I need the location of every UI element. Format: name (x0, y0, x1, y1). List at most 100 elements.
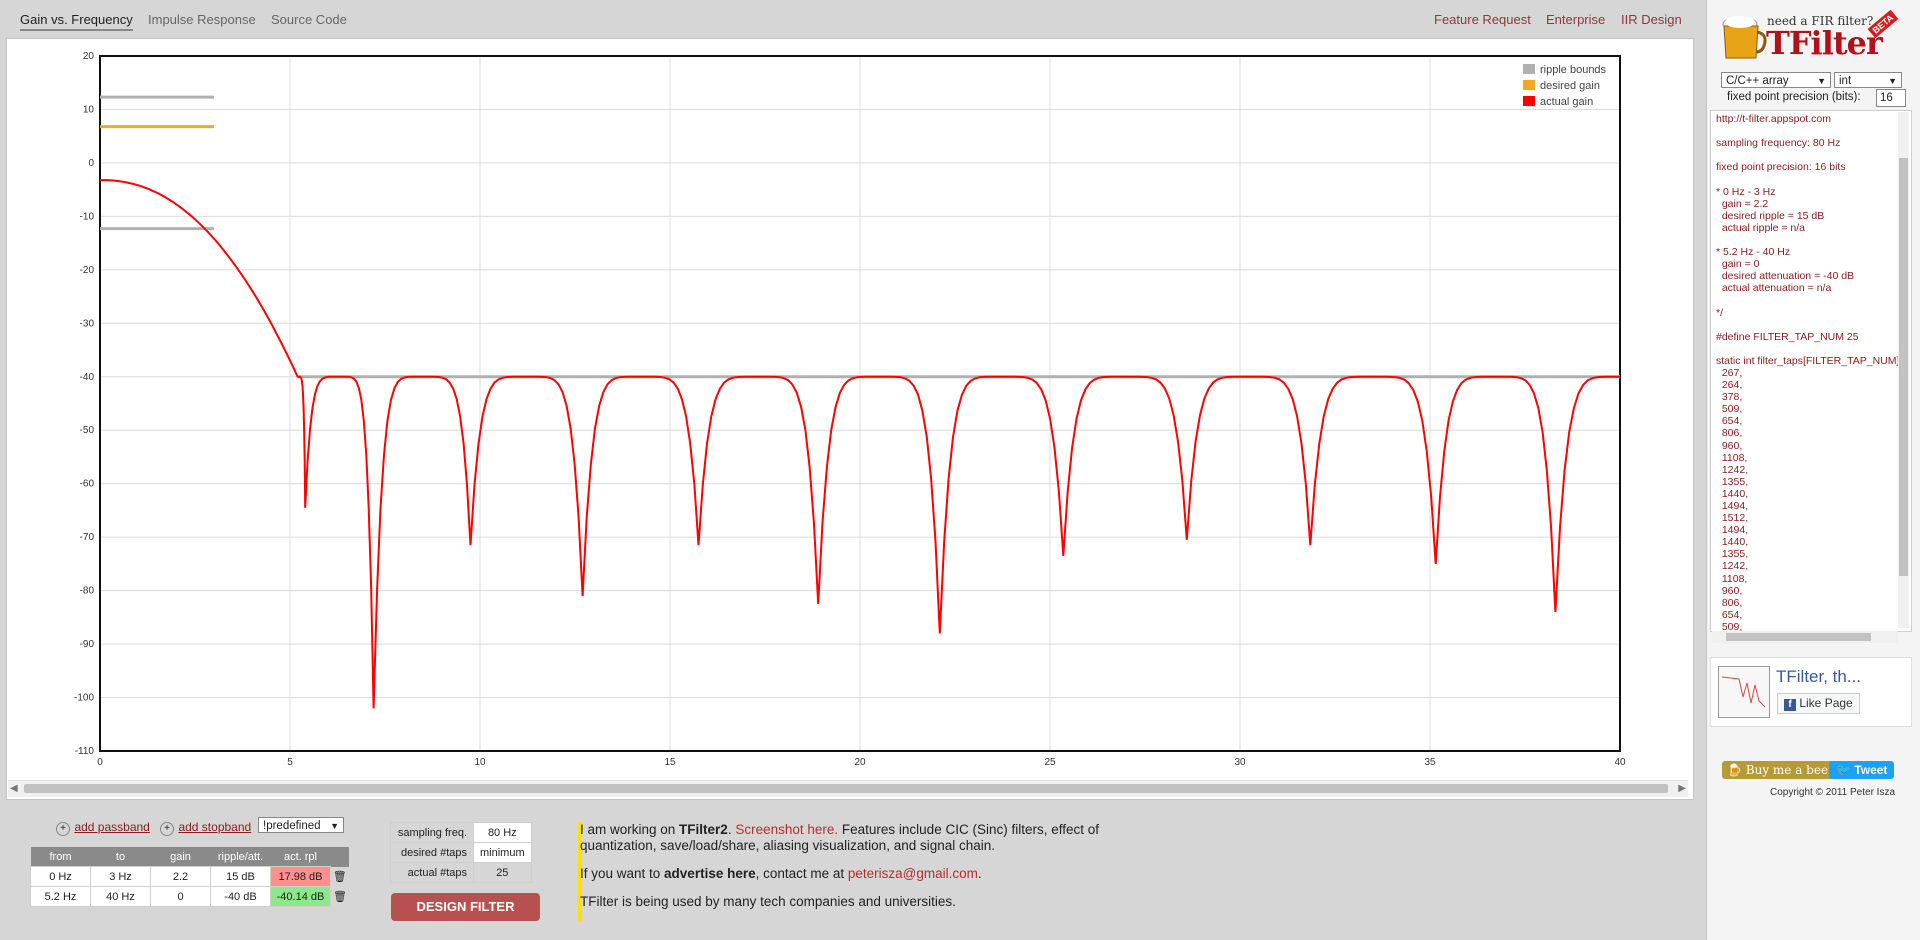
iir-design-link[interactable]: IIR Design (1621, 12, 1682, 27)
trash-icon[interactable]: 🗑 (331, 867, 350, 887)
tweet-button[interactable]: 🐦 Tweet (1829, 761, 1895, 779)
scrollbar-thumb[interactable] (24, 784, 1668, 793)
add-stopband-control[interactable]: + add stopband (160, 818, 251, 836)
y-tick-label: -80 (80, 586, 95, 597)
x-tick-label: 5 (287, 757, 293, 768)
format-select[interactable]: C/C++ array ▼ (1721, 72, 1831, 88)
advertise-here-text: advertise here (664, 866, 756, 881)
code-hscroll-thumb[interactable] (1726, 633, 1871, 641)
x-tick-label: 15 (664, 757, 676, 768)
source-code-box[interactable]: http://t-filter.appspot.com sampling fre… (1710, 110, 1912, 632)
tab-source-code[interactable]: Source Code (271, 12, 347, 27)
band-ripple[interactable]: 15 dB (210, 866, 271, 887)
facebook-page-name[interactable]: TFilter, th... (1776, 667, 1861, 687)
buy-me-a-beer-button[interactable]: 🍺 Buy me a beer (1722, 761, 1839, 779)
facebook-like-button[interactable]: f Like Page (1777, 693, 1860, 714)
beer-label: Buy me a beer (1745, 763, 1834, 777)
y-tick-label: -20 (80, 265, 95, 276)
x-tick-label: 40 (1614, 757, 1626, 768)
add-stopband-link[interactable]: add stopband (178, 820, 251, 834)
y-tick-label: -110 (75, 746, 95, 757)
scroll-left-icon[interactable]: ◀ (10, 783, 18, 794)
x-tick-label: 25 (1044, 757, 1056, 768)
sampling-freq-input[interactable]: 80 Hz (473, 822, 532, 843)
add-passband-control[interactable]: + add passband (56, 818, 150, 836)
feature-request-link[interactable]: Feature Request (1434, 12, 1531, 27)
design-filter-button[interactable]: DESIGN FILTER (391, 893, 540, 921)
y-tick-label: -60 (80, 479, 95, 490)
x-tick-label: 10 (474, 757, 486, 768)
add-icon: + (56, 822, 70, 836)
x-tick-label: 30 (1234, 757, 1246, 768)
facebook-icon: f (1784, 699, 1796, 711)
announcement-text: I am working on TFilter2. Screenshot her… (580, 822, 1140, 922)
band-to[interactable]: 40 Hz (90, 886, 151, 907)
band-from[interactable]: 0 Hz (30, 866, 91, 887)
legend-label: actual gain (1540, 96, 1593, 108)
add-icon: + (160, 822, 174, 836)
chevron-down-icon: ▼ (1817, 76, 1826, 86)
type-select[interactable]: int ▼ (1834, 72, 1902, 88)
y-tick-label: -100 (74, 693, 94, 704)
band-ripple[interactable]: -40 dB (210, 886, 271, 907)
band-table: from to gain ripple/att. act. rpl 0 Hz 3… (30, 847, 350, 907)
x-tick-label: 20 (854, 757, 866, 768)
param-label: sampling freq. (390, 822, 474, 843)
chevron-down-icon: ▼ (330, 821, 339, 831)
predefined-select[interactable]: !predefined ▼ (258, 817, 344, 833)
band-table-header: from to gain ripple/att. act. rpl (30, 847, 349, 867)
type-select-value: int (1839, 75, 1852, 87)
y-tick-label: 20 (83, 51, 95, 62)
announcement-line-3: TFilter is being used by many tech compa… (580, 894, 956, 909)
facebook-widget[interactable]: TFilter, th... f Like Page (1710, 657, 1912, 727)
facebook-page-thumbnail[interactable] (1718, 666, 1770, 718)
email-link[interactable]: peterisza@gmail.com (848, 866, 978, 881)
y-tick-label: -50 (80, 425, 95, 436)
band-gain[interactable]: 2.2 (150, 866, 211, 887)
code-hscrollbar[interactable] (1712, 631, 1898, 643)
param-row: actual #taps 25 (390, 862, 532, 883)
beer-icon: 🍺 (1727, 763, 1742, 777)
tweet-label: Tweet (1854, 763, 1888, 777)
table-row: 5.2 Hz 40 Hz 0 -40 dB -40.14 dB 🗑 (30, 886, 350, 907)
column-header: gain (150, 847, 211, 867)
code-vscroll-thumb[interactable] (1899, 158, 1908, 576)
tfilter-logo[interactable]: need a FIR filter? TFilter BETA (1716, 6, 1916, 68)
scroll-right-icon[interactable]: ▶ (1678, 783, 1686, 794)
source-code-text: http://t-filter.appspot.com sampling fre… (1716, 113, 1908, 632)
announcement-line-2: If you want to advertise here, contact m… (580, 866, 982, 881)
column-header: ripple/att. (210, 847, 271, 867)
param-row: desired #taps minimum (390, 842, 532, 863)
enterprise-link[interactable]: Enterprise (1546, 12, 1605, 27)
band-actual-ripple: -40.14 dB (270, 886, 331, 907)
precision-input[interactable]: 16 (1876, 89, 1906, 107)
tab-gain-vs-frequency[interactable]: Gain vs. Frequency (20, 12, 133, 31)
band-from[interactable]: 5.2 Hz (30, 886, 91, 907)
y-tick-label: -10 (80, 211, 95, 222)
precision-label: fixed point precision (bits): (1727, 91, 1861, 103)
gain-chart: 0 5 10 15 20 25 30 35 40 20 10 0 -10 -20 -30 -40 -50 -60 -… (74, 51, 1626, 768)
code-vscrollbar[interactable] (1898, 112, 1909, 628)
y-tick-label: 10 (83, 104, 95, 115)
column-header: from (30, 847, 91, 867)
tab-impulse-response[interactable]: Impulse Response (148, 12, 256, 27)
legend-swatch (1523, 64, 1535, 74)
legend-swatch (1523, 96, 1535, 106)
filter-params-table: sampling freq. 80 Hz desired #taps minim… (390, 822, 532, 883)
announcement-line-1: I am working on TFilter2. Screenshot her… (580, 822, 1099, 853)
chart-scrollbar[interactable]: ◀ ▶ (8, 780, 1688, 797)
chart-panel: 0 5 10 15 20 25 30 35 40 20 10 0 -10 -20 -30 -40 -50 -60 -… (6, 38, 1694, 800)
desired-taps-input[interactable]: minimum (473, 842, 532, 863)
y-tick-label: 0 (88, 158, 94, 169)
y-tick-label: -70 (80, 532, 95, 543)
band-to[interactable]: 3 Hz (90, 866, 151, 887)
band-gain[interactable]: 0 (150, 886, 211, 907)
screenshot-link[interactable]: Screenshot here. (735, 822, 838, 837)
y-tick-label: -40 (80, 372, 95, 383)
tab-bar: Gain vs. Frequency Impulse Response Sour… (6, 0, 1690, 38)
trash-icon[interactable]: 🗑 (331, 887, 350, 907)
beer-mug-icon (1722, 16, 1767, 59)
add-passband-link[interactable]: add passband (74, 820, 149, 834)
y-tick-label: -90 (80, 639, 95, 650)
table-row: 0 Hz 3 Hz 2.2 15 dB 17.98 dB 🗑 (30, 866, 350, 887)
